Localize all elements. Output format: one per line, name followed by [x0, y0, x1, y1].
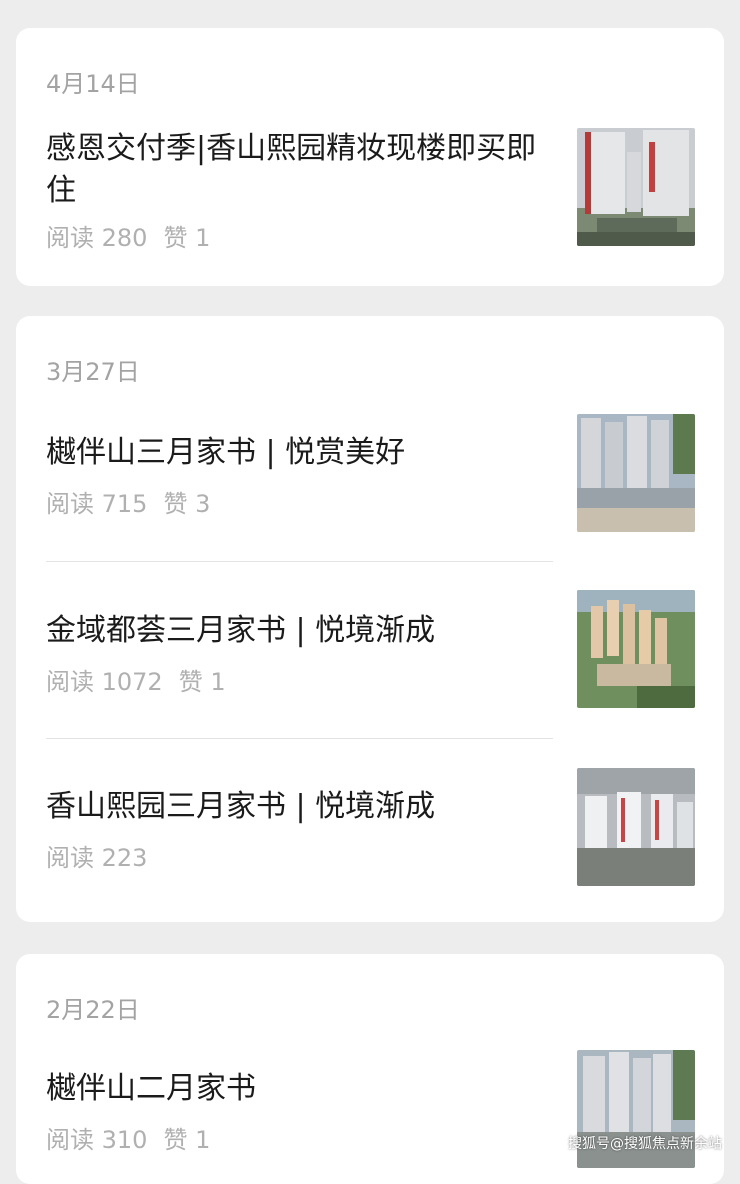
read-count: 阅读 280 — [46, 224, 148, 252]
article-item[interactable]: 香山熙园三月家书 | 悦境渐成 阅读 223 — [16, 768, 724, 908]
divider — [46, 738, 553, 739]
read-count: 阅读 1072 — [46, 668, 163, 696]
group-date: 3月27日 — [46, 358, 140, 386]
article-item[interactable]: 金域都荟三月家书 | 悦境渐成 阅读 1072 赞 1 — [16, 590, 724, 730]
like-count: 赞 1 — [163, 1126, 211, 1154]
watermark: 搜狐号@搜狐焦点新余站 — [568, 1136, 722, 1152]
article-title[interactable]: 樾伴山二月家书 — [46, 1068, 556, 1110]
article-meta: 阅读 715 赞 3 — [46, 484, 210, 519]
read-count: 阅读 310 — [46, 1126, 148, 1154]
read-count: 阅读 223 — [46, 844, 148, 872]
read-count: 阅读 715 — [46, 490, 148, 518]
divider — [46, 561, 553, 562]
article-meta: 阅读 310 赞 1 — [46, 1120, 210, 1155]
article-meta: 阅读 223 — [46, 838, 163, 873]
date-group-card: 3月27日 樾伴山三月家书 | 悦赏美好 阅读 715 赞 3 金域都荟三月家书 … — [16, 316, 724, 922]
article-title[interactable]: 金域都荟三月家书 | 悦境渐成 — [46, 610, 556, 652]
construction-site-icon[interactable] — [577, 414, 695, 532]
group-date: 2月22日 — [46, 996, 140, 1024]
article-title[interactable]: 香山熙园三月家书 | 悦境渐成 — [46, 786, 556, 828]
like-count: 赞 1 — [163, 224, 211, 252]
article-item[interactable]: 感恩交付季|香山熙园精妆现楼即买即住 阅读 280 赞 1 — [16, 124, 724, 254]
city-buildings-icon[interactable] — [577, 768, 695, 886]
article-item[interactable]: 樾伴山三月家书 | 悦赏美好 阅读 715 赞 3 — [16, 414, 724, 554]
article-meta: 阅读 280 赞 1 — [46, 218, 210, 253]
group-date: 4月14日 — [46, 70, 140, 98]
date-group-card: 4月14日 感恩交付季|香山熙园精妆现楼即买即住 阅读 280 赞 1 — [16, 28, 724, 286]
tower-render-icon[interactable] — [577, 128, 695, 246]
article-title[interactable]: 樾伴山三月家书 | 悦赏美好 — [46, 432, 556, 474]
aerial-complex-icon[interactable] — [577, 590, 695, 708]
article-meta: 阅读 1072 赞 1 — [46, 662, 226, 697]
like-count: 赞 1 — [178, 668, 226, 696]
article-title[interactable]: 感恩交付季|香山熙园精妆现楼即买即住 — [46, 128, 556, 212]
like-count: 赞 3 — [163, 490, 211, 518]
